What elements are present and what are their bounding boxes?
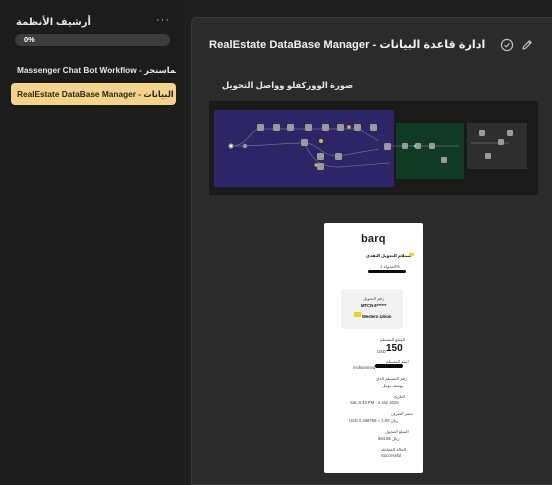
redaction-bar	[375, 364, 403, 368]
progress-bar: 0%	[15, 34, 170, 46]
receipt-image: barq استلام التحويل النقدي العمولة 1% رق…	[324, 223, 423, 473]
sender-label: رقم المستلم الذي	[376, 376, 408, 381]
receipt-transfer-card: رقم التحويل MTCN 6****** Western Union	[341, 289, 403, 329]
receipt-accent	[409, 253, 414, 256]
amount-currency: USD	[377, 349, 386, 354]
sidebar-item-realestate-db[interactable]: RealEstate DataBase Manager - ادارة قاعد…	[11, 83, 176, 105]
partner-name: Western Union	[362, 314, 392, 319]
amount-label: المبلغ المستلم	[380, 337, 405, 342]
rate-value: USD 0.266759 = ريال 1.00	[349, 418, 399, 423]
sender-name: يوسف بوتيل	[382, 383, 404, 388]
date-label: التاريخ	[394, 394, 405, 399]
fee-value: ريال 564.85	[378, 436, 400, 441]
check-circle-icon[interactable]	[500, 38, 514, 52]
date-value: Sat, 8:43 PM · 4 Jan 2025	[350, 400, 399, 405]
status-value: Successful	[381, 453, 402, 458]
transfer-id: MTCN 6******	[361, 303, 387, 308]
main-panel: RealEstate DataBase Manager - ادارة قاعد…	[191, 17, 552, 485]
sidebar: أرشيف الأنظمة ··· 0% Massenger Chat Bot …	[0, 0, 183, 485]
amount-value: 150	[386, 343, 403, 354]
fee-label: المبلغ المحول	[385, 429, 409, 434]
workflow-image	[209, 101, 538, 195]
redaction-bar	[368, 270, 406, 273]
pencil-icon[interactable]	[520, 38, 534, 52]
page-title: RealEstate DataBase Manager - ادارة قاعد…	[209, 39, 486, 51]
progress-label: 0%	[24, 35, 35, 44]
transfer-id-label: رقم التحويل	[363, 296, 384, 301]
receipt-subheading: العمولة 1%	[380, 264, 400, 269]
section-label: صورة الووركفلو وواصل التحويل	[222, 80, 354, 90]
receipt-logo: barq	[361, 233, 386, 245]
sidebar-header: أرشيف الأنظمة ···	[16, 14, 172, 29]
rate-label: سعر الصرف	[391, 411, 413, 416]
receiver-name: mohammed	[353, 365, 376, 370]
sidebar-item-label: RealEstate DataBase Manager - ادارة قاعد…	[17, 89, 176, 99]
status-label: الحالة المعاملة	[381, 447, 407, 452]
sidebar-item-label: Massenger Chat Bot Workflow - بوت للماسن…	[17, 65, 176, 75]
more-horizontal-icon[interactable]: ···	[156, 14, 170, 26]
sidebar-title: أرشيف الأنظمة	[16, 17, 91, 28]
western-union-logo-icon	[354, 312, 361, 317]
receipt-heading: استلام التحويل النقدي	[366, 253, 412, 258]
workflow-diagram	[214, 110, 527, 187]
sidebar-item-messenger-bot[interactable]: Massenger Chat Bot Workflow - بوت للماسن…	[11, 59, 176, 81]
